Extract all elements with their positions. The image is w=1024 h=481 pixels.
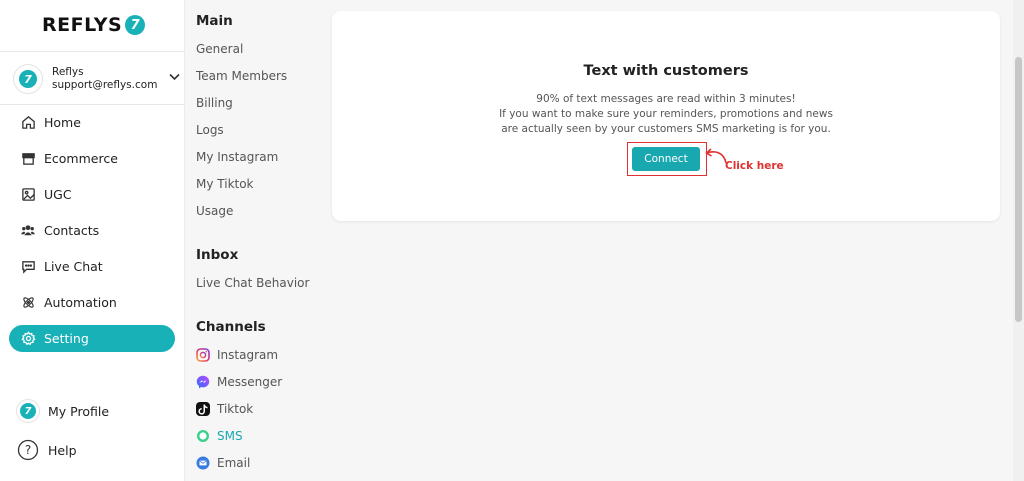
nav-item-home[interactable]: Home [9, 109, 175, 136]
channels-heading: Channels [196, 319, 266, 335]
connect-button[interactable]: Connect [632, 147, 700, 171]
settings-item-logs[interactable]: Logs [196, 123, 224, 137]
nav-item-ugc[interactable]: UGC [9, 181, 175, 208]
scrollbar-thumb[interactable] [1015, 57, 1022, 322]
svg-text:?: ? [25, 443, 31, 457]
account-name: Reflys [52, 66, 84, 78]
channel-label: Tiktok [217, 402, 254, 416]
nav-label: Home [44, 115, 81, 130]
store-icon [20, 151, 36, 167]
channel-label: Email [217, 456, 251, 470]
sms-icon [196, 429, 210, 443]
settings-item-general[interactable]: General [196, 42, 243, 56]
brand-logo[interactable]: REFLYS 7 [42, 14, 146, 36]
avatar: 7 [14, 65, 42, 93]
channel-item-tiktok[interactable]: Tiktok [196, 402, 253, 416]
users-icon [20, 223, 36, 239]
channel-label: SMS [217, 429, 243, 443]
highlight-box: Connect [627, 142, 707, 176]
email-icon [196, 456, 210, 470]
card-description-line: If you want to make sure your reminders,… [499, 108, 833, 120]
settings-item-my-instagram[interactable]: My Instagram [196, 150, 278, 164]
nav-item-live-chat[interactable]: Live Chat [9, 253, 175, 280]
brand-mark-icon: 7 [20, 403, 36, 419]
help-label: Help [48, 442, 77, 458]
divider [0, 51, 185, 52]
channel-label: Instagram [217, 348, 279, 362]
nav-label: Ecommerce [44, 151, 118, 166]
click-here-annotation: Click here [725, 160, 784, 172]
my-profile-label: My Profile [48, 403, 110, 419]
messenger-icon [196, 375, 210, 389]
settings-item-usage[interactable]: Usage [196, 204, 233, 218]
my-profile-link[interactable]: 7 My Profile [17, 400, 109, 422]
brand-mark-icon: 7 [19, 70, 37, 88]
nav-label: Setting [44, 331, 89, 346]
channel-item-sms[interactable]: SMS [196, 429, 243, 443]
brand-name: REFLYS [42, 14, 123, 36]
channel-item-messenger[interactable]: Messenger [196, 375, 282, 389]
settings-item-my-tiktok[interactable]: My Tiktok [196, 177, 254, 191]
instagram-icon [196, 348, 210, 362]
nav-label: UGC [44, 187, 72, 202]
settings-item-team-members[interactable]: Team Members [196, 69, 287, 83]
inbox-heading: Inbox [196, 247, 239, 263]
atom-icon [20, 295, 36, 311]
card-description-line: 90% of text messages are read within 3 m… [536, 93, 796, 105]
nav-item-contacts[interactable]: Contacts [9, 217, 175, 244]
brand-mark-icon: 7 [125, 15, 146, 35]
nav-label: Automation [44, 295, 117, 310]
tiktok-icon [196, 402, 210, 416]
card-title: Text with customers [583, 63, 749, 79]
sms-connect-card: Text with customers 90% of text messages… [332, 11, 1000, 221]
account-email: support@reflys.com [52, 79, 158, 91]
main-heading: Main [196, 13, 233, 29]
card-description-line: are actually seen by your customers SMS … [501, 123, 831, 135]
home-icon [20, 115, 36, 131]
nav-item-ecommerce[interactable]: Ecommerce [9, 145, 175, 172]
nav-label: Live Chat [44, 259, 103, 274]
account-switcher[interactable]: 7 Reflys support@reflys.com [14, 62, 180, 96]
settings-item-live-chat-behavior[interactable]: Live Chat Behavior [196, 276, 309, 290]
help-icon: ? [17, 439, 39, 461]
image-icon [20, 187, 36, 203]
avatar: 7 [17, 400, 39, 422]
chevron-down-icon[interactable] [169, 70, 180, 84]
help-link[interactable]: ? Help [17, 439, 77, 461]
settings-item-billing[interactable]: Billing [196, 96, 233, 110]
nav-item-automation[interactable]: Automation [9, 289, 175, 316]
channel-label: Messenger [217, 375, 283, 389]
nav-item-setting[interactable]: Setting [9, 325, 175, 352]
divider [0, 104, 185, 105]
scrollbar[interactable] [1013, 0, 1024, 481]
chat-icon [20, 259, 36, 275]
channel-item-email[interactable]: Email [196, 456, 250, 470]
settings-menu: Main General Team Members Billing Logs M… [186, 0, 326, 481]
sidebar: REFLYS 7 7 Reflys support@reflys.com Hom… [0, 0, 185, 481]
channel-item-instagram[interactable]: Instagram [196, 348, 278, 362]
nav-label: Contacts [44, 223, 100, 238]
gear-icon [20, 331, 36, 347]
